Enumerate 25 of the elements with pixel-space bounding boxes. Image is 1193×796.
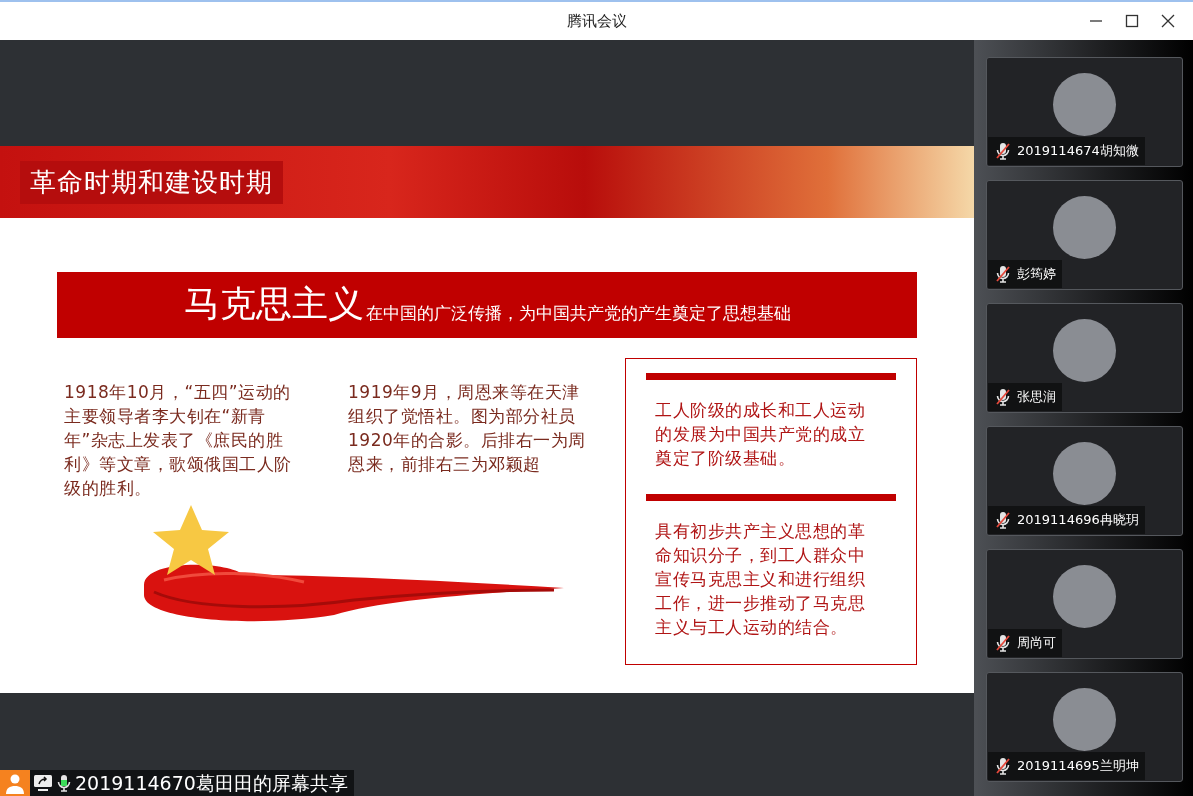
maximize-icon[interactable] — [1125, 14, 1139, 28]
participant-tile[interactable]: 2019114695兰明坤 — [986, 672, 1183, 782]
window-title: 腾讯会议 — [566, 10, 627, 32]
box-paragraph: 具有初步共产主义思想的革命知识分子，到工人群众中宣传马克思主义和进行组织工作，进一步推动了马克思主义与工人运动的结合。 — [654, 520, 866, 639]
person-icon — [0, 770, 30, 796]
heading-subtitle: 在中国的广泛传播，为中国共产党的产生奠定了思想基础 — [365, 302, 791, 324]
banner-title: 革命时期和建设时期 — [20, 160, 283, 204]
participant-name: 2019114674胡知微 — [1017, 142, 1139, 161]
box-paragraph: 工人阶级的成长和工人运动的发展为中国共产党的成立奠定了阶级基础。 — [654, 399, 866, 470]
participant-name: 张思润 — [1017, 388, 1056, 407]
participant-tile[interactable]: 周尚可 — [986, 549, 1183, 659]
participant-tile[interactable]: 彭筠婷 — [986, 180, 1183, 290]
heading-title: 马克思主义 — [183, 284, 364, 324]
participant-name: 2019114696冉晓玥 — [1017, 511, 1139, 530]
screen-share-icon — [33, 774, 53, 792]
participant-name: 2019114695兰明坤 — [1017, 757, 1139, 776]
participant-tile[interactable]: 2019114674胡知微 — [986, 57, 1183, 167]
share-label-text: 2019114670葛田田的屏幕共享 — [75, 771, 348, 796]
participant-name: 彭筠婷 — [1017, 265, 1056, 284]
close-icon[interactable] — [1161, 14, 1175, 28]
participant-tile[interactable]: 张思润 — [986, 303, 1183, 413]
caption-paragraph: 1918年10月，“五四”运动的主要领导者李大钊在“新青年”杂志上发表了《庶民的胜利》等文章，歌颂俄国工人阶级的胜利。 — [64, 381, 293, 500]
caption-paragraph: 1919年9月，周恩来等在天津组织了觉悟社。图为部分社员1920年的合影。后排右一为周恩来，前排右三为邓颖超 — [348, 381, 587, 476]
participant-name: 周尚可 — [1017, 634, 1056, 653]
participant-tile[interactable]: 2019114696冉晓玥 — [986, 426, 1183, 536]
